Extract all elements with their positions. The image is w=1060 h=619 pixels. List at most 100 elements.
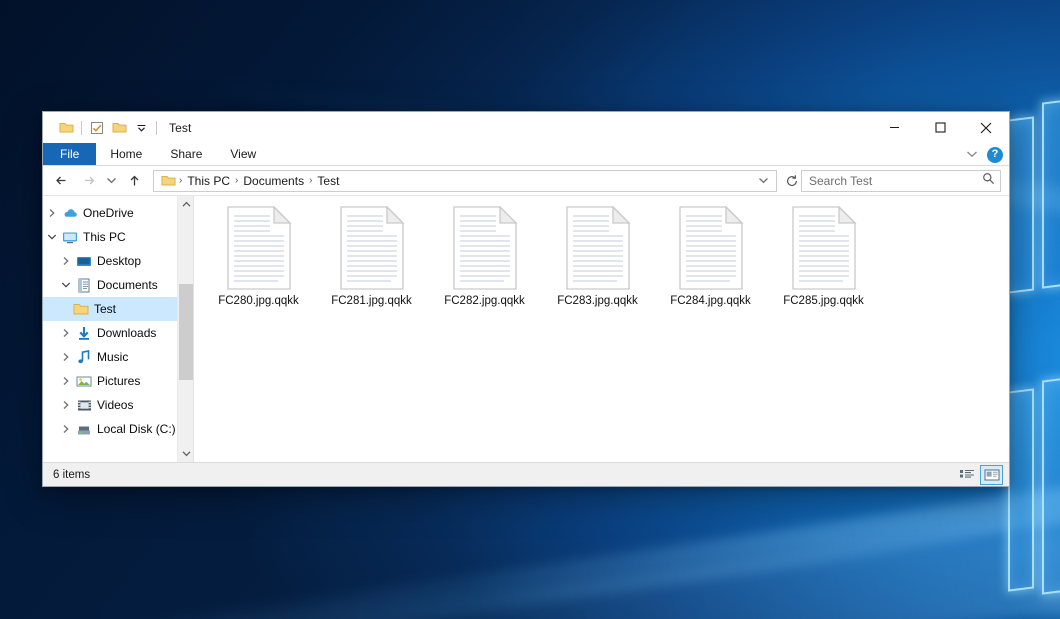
monitor-icon — [60, 231, 80, 244]
file-item[interactable]: FC285.jpg.qqkk — [767, 202, 880, 313]
generic-document-icon — [339, 206, 405, 290]
item-count-label: 6 items — [53, 469, 90, 481]
sidebar-item-label: Videos — [94, 398, 133, 412]
file-item[interactable]: FC280.jpg.qqkk — [202, 202, 315, 313]
video-icon — [74, 399, 94, 412]
sidebar-item-this-pc[interactable]: This PC — [43, 225, 193, 249]
desktop: Test File Home Share View — [0, 0, 1060, 619]
quick-access-toolbar — [43, 117, 161, 139]
toolbar-separator — [81, 121, 82, 135]
search-input[interactable] — [809, 174, 982, 188]
new-folder-icon[interactable] — [108, 117, 130, 139]
close-button[interactable] — [963, 112, 1009, 143]
folder-tree: OneDrive This PC — [43, 196, 193, 441]
folder-icon[interactable] — [55, 117, 77, 139]
properties-icon[interactable] — [86, 117, 108, 139]
sidebar-item-videos[interactable]: Videos — [43, 393, 193, 417]
desktop-icon — [74, 255, 94, 268]
sidebar-item-label: This PC — [80, 230, 126, 244]
file-item[interactable]: FC281.jpg.qqkk — [315, 202, 428, 313]
large-icons-view-button[interactable] — [980, 465, 1003, 485]
search-icon[interactable] — [982, 172, 995, 190]
help-icon[interactable]: ? — [987, 147, 1003, 163]
file-list-pane[interactable]: FC280.jpg.qqkk FC281.j — [194, 196, 1009, 462]
expand-ribbon-icon[interactable] — [966, 146, 978, 164]
tab-share[interactable]: Share — [156, 143, 216, 165]
chevron-down-icon[interactable] — [130, 117, 152, 139]
file-explorer-window: Test File Home Share View — [42, 111, 1010, 487]
sidebar-item-label: Local Disk (C:) — [94, 422, 176, 436]
details-view-button[interactable] — [955, 465, 978, 485]
ribbon-right-controls: ? — [966, 143, 1003, 166]
scroll-up-icon[interactable] — [178, 196, 194, 213]
breadcrumb-item-documents[interactable]: Documents — [239, 174, 308, 188]
sidebar-item-downloads[interactable]: Downloads — [43, 321, 193, 345]
window-body: OneDrive This PC — [43, 196, 1009, 462]
window-title: Test — [169, 121, 191, 135]
file-name-label: FC281.jpg.qqkk — [331, 295, 412, 307]
cloud-icon — [60, 207, 80, 219]
breadcrumb-item-this-pc[interactable]: This PC — [183, 174, 234, 188]
tab-file[interactable]: File — [43, 143, 96, 165]
drive-icon — [74, 423, 94, 436]
scrollbar-thumb[interactable] — [179, 284, 193, 380]
chevron-right-icon[interactable] — [57, 400, 74, 410]
refresh-button[interactable] — [783, 171, 801, 191]
sidebar-item-label: Documents — [94, 278, 158, 292]
chevron-right-icon[interactable] — [57, 328, 74, 338]
address-bar: › This PC › Documents › Test — [43, 166, 1009, 196]
chevron-right-icon[interactable] — [57, 352, 74, 362]
breadcrumb-item-test[interactable]: Test — [313, 174, 343, 188]
forward-button[interactable] — [75, 168, 101, 194]
picture-icon — [74, 375, 94, 388]
back-button[interactable] — [49, 168, 75, 194]
chevron-down-icon[interactable] — [43, 233, 60, 241]
chevron-right-icon[interactable] — [43, 208, 60, 218]
title-bar[interactable]: Test — [43, 112, 1009, 143]
windows-logo-pane-top-right — [1042, 97, 1060, 288]
sidebar-item-label: OneDrive — [80, 206, 134, 220]
address-dropdown-icon[interactable] — [754, 171, 772, 191]
file-name-label: FC280.jpg.qqkk — [218, 295, 299, 307]
windows-logo-pane-bottom-right — [1042, 375, 1060, 594]
sidebar-scrollbar[interactable] — [177, 196, 193, 462]
sidebar-item-desktop[interactable]: Desktop — [43, 249, 193, 273]
breadcrumb[interactable]: › This PC › Documents › Test — [153, 170, 777, 192]
generic-document-icon — [565, 206, 631, 290]
sidebar-item-test[interactable]: Test — [43, 297, 193, 321]
download-icon — [74, 326, 94, 341]
sidebar-item-label: Test — [91, 302, 116, 316]
sidebar-item-music[interactable]: Music — [43, 345, 193, 369]
music-icon — [74, 350, 94, 365]
generic-document-icon — [452, 206, 518, 290]
chevron-right-icon[interactable] — [57, 424, 74, 434]
file-name-label: FC284.jpg.qqkk — [670, 295, 751, 307]
sidebar-item-label: Music — [94, 350, 128, 364]
breadcrumb-folder-icon — [158, 174, 178, 187]
scroll-down-icon[interactable] — [178, 445, 194, 462]
chevron-down-icon[interactable] — [57, 281, 74, 289]
up-button[interactable] — [121, 168, 147, 194]
navigation-pane: OneDrive This PC — [43, 196, 194, 462]
sidebar-item-pictures[interactable]: Pictures — [43, 369, 193, 393]
chevron-right-icon[interactable] — [57, 256, 74, 266]
file-item[interactable]: FC282.jpg.qqkk — [428, 202, 541, 313]
generic-document-icon — [226, 206, 292, 290]
document-icon — [74, 278, 94, 293]
chevron-right-icon[interactable] — [57, 376, 74, 386]
recent-locations-button[interactable] — [101, 168, 121, 194]
file-item[interactable]: FC283.jpg.qqkk — [541, 202, 654, 313]
file-grid: FC280.jpg.qqkk FC281.j — [194, 196, 1009, 313]
ribbon-tab-bar: File Home Share View ? — [43, 143, 1009, 166]
sidebar-item-documents[interactable]: Documents — [43, 273, 193, 297]
folder-icon — [71, 302, 91, 316]
generic-document-icon — [678, 206, 744, 290]
tab-home[interactable]: Home — [96, 143, 156, 165]
search-box[interactable] — [801, 170, 1001, 192]
file-item[interactable]: FC284.jpg.qqkk — [654, 202, 767, 313]
sidebar-item-local-disk-c[interactable]: Local Disk (C:) — [43, 417, 193, 441]
minimize-button[interactable] — [871, 112, 917, 143]
tab-view[interactable]: View — [216, 143, 270, 165]
sidebar-item-onedrive[interactable]: OneDrive — [43, 201, 193, 225]
maximize-button[interactable] — [917, 112, 963, 143]
